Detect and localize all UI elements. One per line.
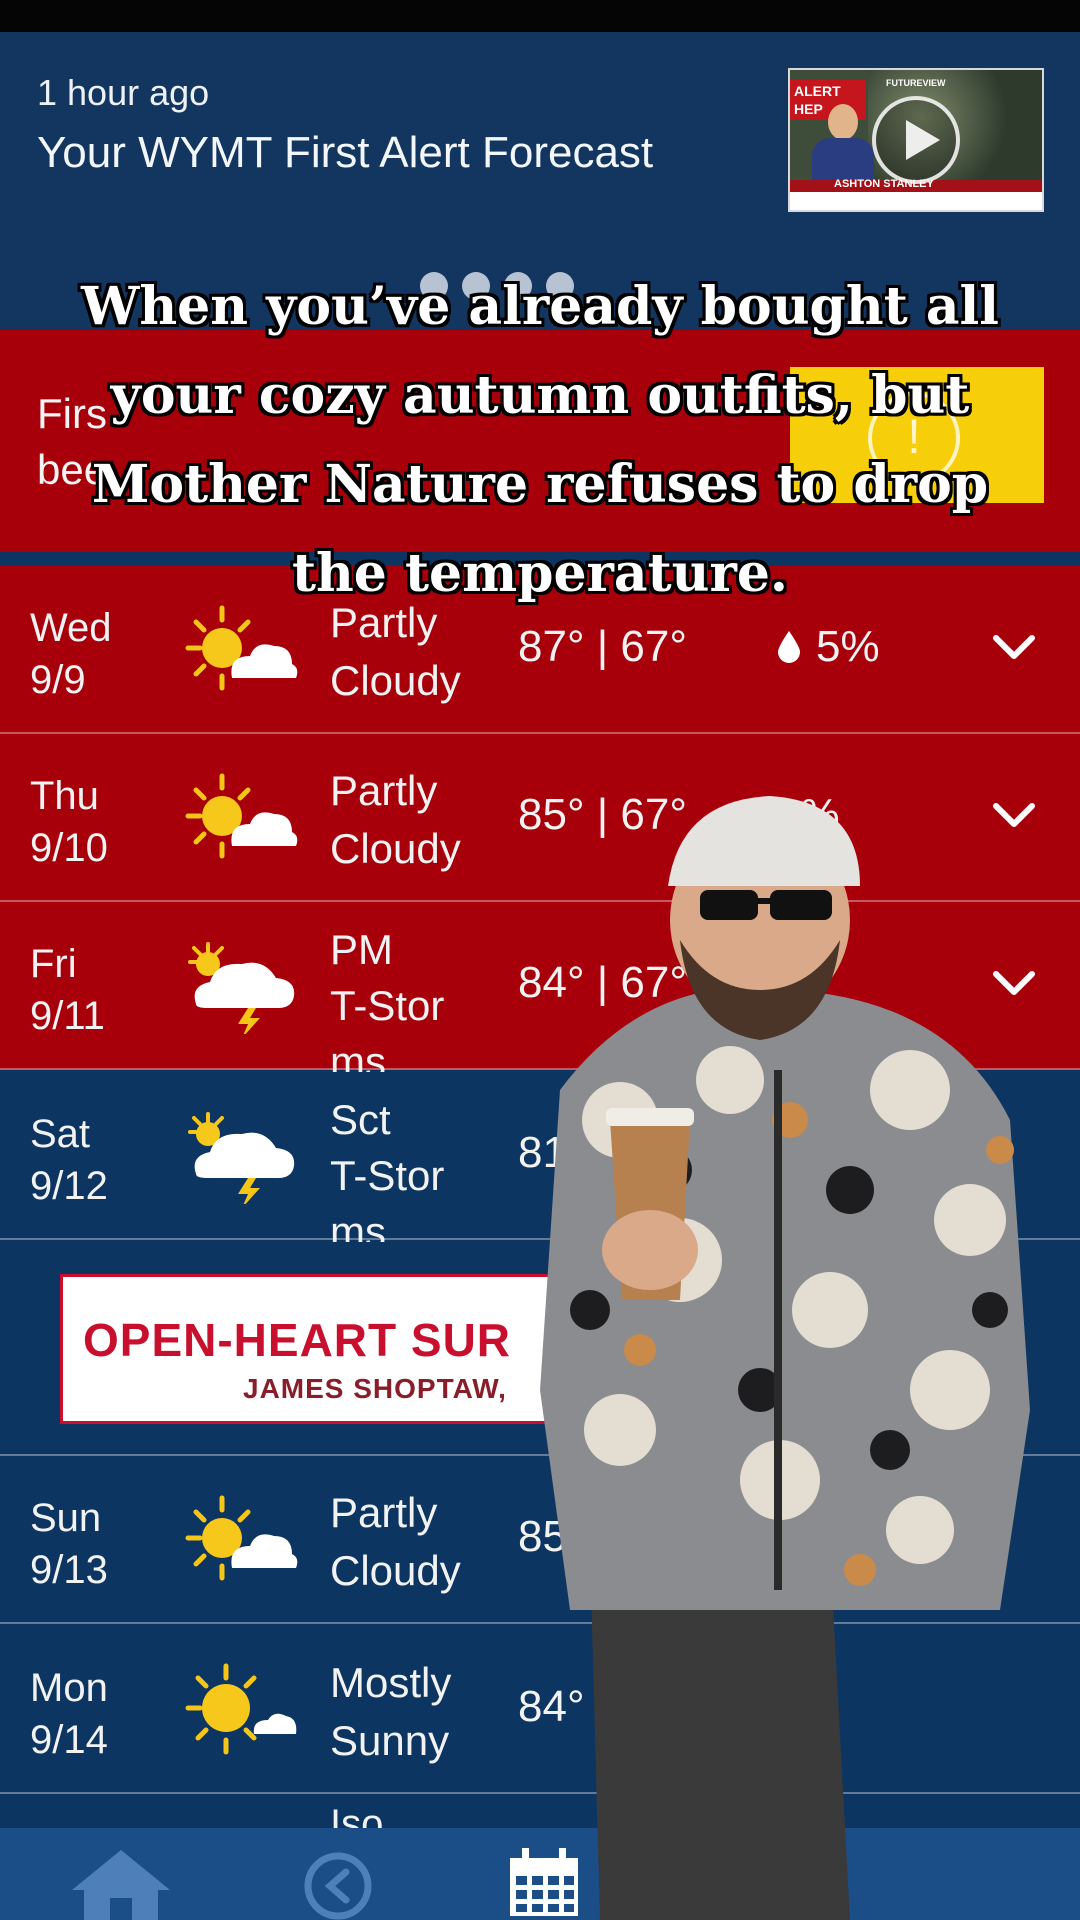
thumbnail-lower-third: ASHTON STANLEY: [790, 178, 1042, 210]
forecast-condition: Partly Cloudy: [330, 767, 461, 872]
partly-cloudy-icon: [184, 770, 300, 866]
ad-headline: OPEN-HEART SUR: [83, 1314, 512, 1366]
forecast-condition: Sct T-Stor ms: [330, 1096, 445, 1255]
raindrop-icon: [776, 622, 816, 671]
thumbnail-futureview-label: FUTUREVIEW: [886, 78, 946, 88]
forecast-day: Mon 9/14: [30, 1666, 108, 1762]
chevron-down-icon[interactable]: [988, 622, 1040, 674]
forecast-temps: 87° | 67°: [518, 622, 687, 671]
forecast-condition: Mostly Sunny: [330, 1659, 452, 1764]
status-bar: [0, 0, 1080, 32]
forecast-day: Sat 9/12: [30, 1112, 108, 1208]
forecast-condition: Iso: [330, 1802, 384, 1830]
video-title[interactable]: Your WYMT First Alert Forecast: [37, 128, 653, 178]
person-overlay: [540, 796, 1030, 1920]
forecast-condition: Partly Cloudy: [330, 1489, 461, 1594]
forecast-precip: 5%: [776, 622, 880, 672]
play-icon[interactable]: [872, 96, 960, 184]
forecast-day: Thu 9/10: [30, 774, 108, 870]
thunderstorm-icon: [184, 1108, 300, 1208]
forecast-condition: PM T-Stor ms: [330, 926, 445, 1085]
meme-caption: When you’ve already bought all your cozy…: [80, 276, 1000, 604]
anchor-figure: [812, 104, 874, 190]
forecast-day: Fri 9/11: [30, 942, 105, 1038]
ad-subline: JAMES SHOPTAW,: [243, 1373, 507, 1404]
home-icon[interactable]: [66, 1844, 170, 1920]
video-timestamp: 1 hour ago: [37, 72, 210, 113]
clock-icon[interactable]: [296, 1844, 392, 1920]
mostly-sunny-icon: [184, 1662, 300, 1758]
thunderstorm-icon: [184, 938, 300, 1038]
forecast-day: Sun 9/13: [30, 1496, 108, 1592]
partly-cloudy-icon: [184, 1492, 300, 1588]
